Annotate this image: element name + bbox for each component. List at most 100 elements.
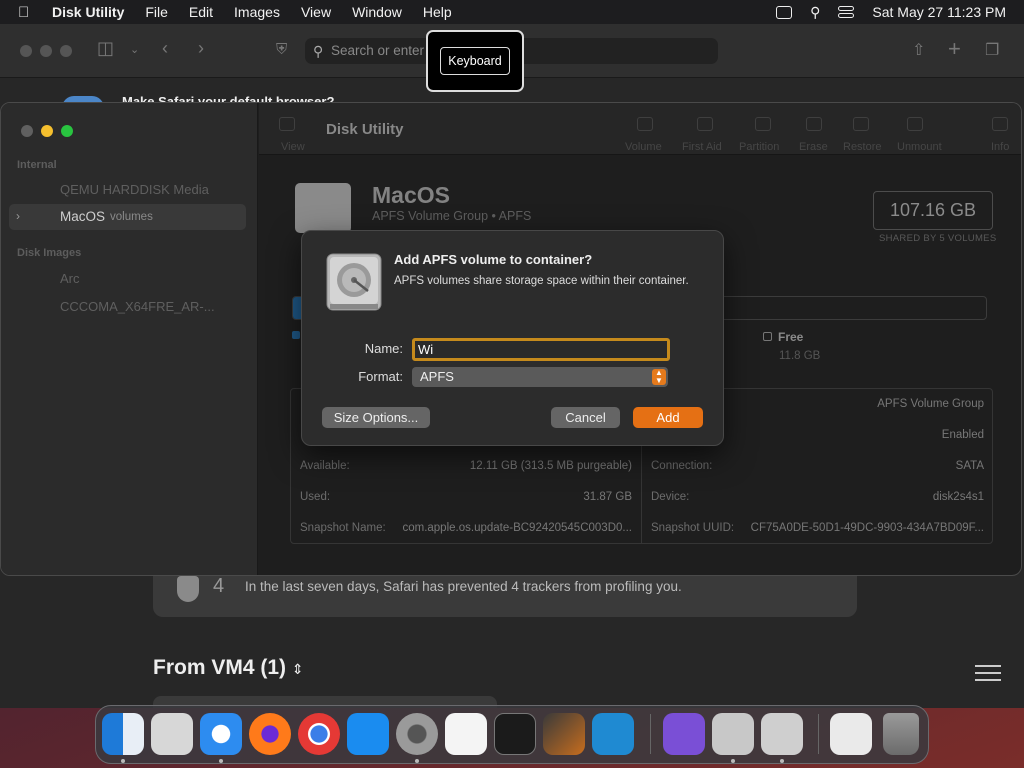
boot-camp-icon[interactable]: [712, 713, 754, 755]
chevron-down-icon[interactable]: ⌄: [130, 43, 139, 56]
share-icon[interactable]: ⇧: [912, 40, 925, 60]
info-row-available: [291, 557, 641, 575]
toolbar-info-label[interactable]: Info: [991, 141, 1009, 153]
dock: [95, 705, 929, 764]
restore-icon[interactable]: [853, 117, 869, 131]
partition-icon[interactable]: [755, 117, 771, 131]
menubar-clock[interactable]: Sat May 27 11:23 PM: [872, 4, 1006, 20]
trash-icon[interactable]: [883, 713, 919, 755]
legend-free-label: Free: [778, 330, 804, 344]
sidebar-item-qemu-disk[interactable]: QEMU HARDDISK Media: [60, 182, 209, 197]
system-settings-icon[interactable]: [396, 713, 438, 755]
app-store-icon[interactable]: [347, 713, 389, 755]
sidebar-item-cccoma[interactable]: CCCOMA_X64FRE_AR-...: [60, 299, 215, 314]
dialog-message: APFS volumes share storage space within …: [394, 275, 689, 287]
garageband-icon[interactable]: [543, 713, 585, 755]
menu-images[interactable]: Images: [234, 4, 280, 20]
dialog-title: Add APFS volume to container?: [394, 252, 593, 267]
add-volume-dialog: Add APFS volume to container? APFS volum…: [301, 230, 724, 446]
safari-zoom-button[interactable]: [60, 45, 72, 57]
unmount-icon[interactable]: [907, 117, 923, 131]
cancel-button[interactable]: Cancel: [551, 407, 620, 428]
apple-menu-icon[interactable]: : [18, 4, 34, 21]
sidebar-item-label: MacOS: [60, 209, 106, 224]
new-tab-icon[interactable]: +: [948, 36, 961, 62]
legend-free: Free: [763, 330, 803, 344]
screen-mirroring-icon[interactable]: [776, 5, 793, 19]
terminal-icon[interactable]: [494, 713, 536, 755]
size-options-button[interactable]: Size Options...: [322, 407, 430, 428]
view-icon[interactable]: [279, 117, 295, 131]
toolbar-erase-label[interactable]: Erase: [799, 141, 828, 153]
toolbar-restore-label[interactable]: Restore: [843, 141, 882, 153]
running-indicator: [780, 759, 784, 763]
dock-separator: [818, 714, 819, 754]
menu-app-name[interactable]: Disk Utility: [52, 4, 124, 20]
info-row: Connection: SATA: [642, 460, 993, 480]
volume-subtitle: APFS Volume Group • APFS: [372, 209, 532, 223]
erase-icon[interactable]: [806, 117, 822, 131]
launchpad-icon[interactable]: [151, 713, 193, 755]
info-row: Snapshot Name: com.apple.os.update-BC924…: [291, 522, 641, 542]
sidebar-header-disk-images: Disk Images: [17, 247, 82, 259]
menu-edit[interactable]: Edit: [189, 4, 213, 20]
keyboard-hud-label: Keyboard: [440, 47, 510, 75]
disk-utility-icon[interactable]: [761, 713, 803, 755]
visual-studio-icon[interactable]: [663, 713, 705, 755]
privacy-shield-icon[interactable]: ⛨: [276, 41, 287, 58]
control-center-icon[interactable]: [838, 6, 855, 18]
chrome-icon[interactable]: [298, 713, 340, 755]
sidebar-item-macos[interactable]: › MacOS volumes: [9, 204, 246, 230]
toolbar-partition-label[interactable]: Partition: [739, 141, 779, 153]
toolbar-volume-label[interactable]: Volume: [625, 141, 662, 153]
menu-help[interactable]: Help: [423, 4, 452, 20]
format-select[interactable]: APFS ▲ ▼: [412, 367, 668, 387]
section-title[interactable]: From VM4 (1) ⇕: [153, 656, 304, 680]
safari-close-button[interactable]: [20, 45, 32, 57]
toolbar-unmount-label[interactable]: Unmount: [897, 141, 942, 153]
textedit-icon[interactable]: [445, 713, 487, 755]
finder-icon[interactable]: [102, 713, 144, 755]
safari-minimize-button[interactable]: [40, 45, 52, 57]
vscode-icon[interactable]: [592, 713, 634, 755]
info-icon[interactable]: [992, 117, 1008, 131]
running-indicator: [731, 759, 735, 763]
du-close-button[interactable]: [21, 125, 33, 137]
forward-icon[interactable]: ›: [198, 38, 204, 59]
back-icon[interactable]: ‹: [162, 38, 168, 59]
add-button[interactable]: Add: [633, 407, 703, 428]
info-key: Snapshot Name:: [300, 522, 386, 534]
legend-free-swatch: [763, 332, 772, 341]
sidebar-header-internal: Internal: [17, 159, 57, 171]
info-key: Used:: [300, 491, 331, 503]
sidebar-item-arc[interactable]: Arc: [60, 271, 80, 286]
customize-sliders-icon[interactable]: [975, 662, 1001, 684]
volume-name-field[interactable]: [412, 338, 670, 361]
tab-overview-icon[interactable]: ❐: [985, 40, 999, 60]
chevron-right-icon[interactable]: ›: [16, 209, 20, 223]
disk-utility-sidebar: Internal QEMU HARDDISK Media › MacOS vol…: [1, 103, 258, 575]
firefox-icon[interactable]: [249, 713, 291, 755]
info-value: CF75A0DE-50D1-49DC-9903-434A7BD09F...: [750, 522, 984, 534]
menu-view[interactable]: View: [301, 4, 331, 20]
updown-chevron-icon: ⇕: [291, 661, 304, 677]
tracker-count: 4: [213, 575, 225, 597]
toolbar-first-aid-label[interactable]: First Aid: [682, 141, 722, 153]
format-label: Format:: [358, 369, 403, 384]
du-minimize-button[interactable]: [41, 125, 53, 137]
downloads-stack-icon[interactable]: [830, 713, 872, 755]
running-indicator: [219, 759, 223, 763]
menu-window[interactable]: Window: [352, 4, 402, 20]
safari-icon[interactable]: [200, 713, 242, 755]
du-zoom-button[interactable]: [61, 125, 73, 137]
search-icon: ⚲: [313, 43, 324, 59]
first-aid-icon[interactable]: [697, 117, 713, 131]
volume-icon[interactable]: [637, 117, 653, 131]
sidebar-item-sublabel: volumes: [110, 211, 153, 223]
volume-size: 107.16 GB: [873, 191, 993, 230]
menu-file[interactable]: File: [145, 4, 168, 20]
info-key: Snapshot UUID:: [651, 522, 735, 534]
spotlight-search-icon[interactable]: ⚲: [810, 4, 820, 21]
volume-size-note: SHARED BY 5 VOLUMES: [879, 233, 997, 244]
sidebar-toggle-icon[interactable]: ◫: [97, 38, 114, 59]
